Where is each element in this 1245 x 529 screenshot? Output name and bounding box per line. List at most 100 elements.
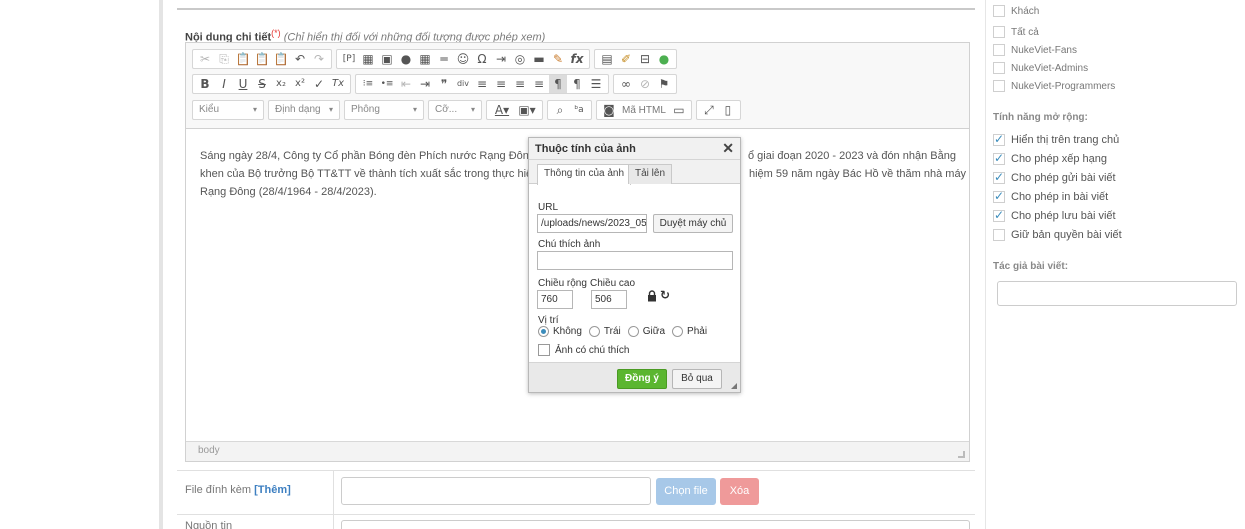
style-select[interactable]: Kiểu ▾ xyxy=(192,100,264,120)
feature-allow-send[interactable]: Cho phép gửi bài viết xyxy=(993,170,1116,184)
superscript-icon[interactable]: x² xyxy=(291,75,309,93)
youtube-icon[interactable]: ◎ xyxy=(511,50,529,68)
justify-icon[interactable]: ≡ xyxy=(530,75,548,93)
checkbox-checked[interactable] xyxy=(993,189,1005,203)
tab-image-info[interactable]: Thông tin của ảnh xyxy=(537,164,632,185)
align-option-center[interactable]: Giữa xyxy=(627,326,665,337)
radio[interactable] xyxy=(672,326,684,337)
special-char-icon[interactable]: Ω xyxy=(473,50,491,68)
rtl-icon[interactable]: ¶ xyxy=(568,75,586,93)
smiley-icon[interactable]: ☺ xyxy=(454,50,472,68)
maximize-icon[interactable]: ⤢ xyxy=(700,101,718,119)
align-left-icon[interactable]: ≡ xyxy=(473,75,491,93)
indent-icon[interactable]: ⇥ xyxy=(416,75,434,93)
paste-word-icon[interactable]: 📋 xyxy=(272,50,290,68)
align-center-icon[interactable]: ≡ xyxy=(492,75,510,93)
undo-icon[interactable]: ↶ xyxy=(291,50,309,68)
bold-icon[interactable]: B xyxy=(196,75,214,93)
source-input[interactable] xyxy=(341,520,970,529)
align-option-none[interactable]: Không xyxy=(538,326,582,337)
checkbox-checked[interactable] xyxy=(993,208,1005,222)
template-icon[interactable]: [P] xyxy=(340,50,358,68)
bg-color-icon[interactable]: ▣▾ xyxy=(515,101,539,119)
italic-icon[interactable]: I xyxy=(215,75,233,93)
underline-icon[interactable]: U xyxy=(234,75,252,93)
feature-allow-rating[interactable]: Cho phép xếp hạng xyxy=(993,151,1107,165)
choose-file-button[interactable]: Chọn file xyxy=(656,478,716,505)
bullet-list-icon[interactable]: •≡ xyxy=(378,75,396,93)
ok-button[interactable]: Đồng ý xyxy=(617,369,667,389)
delete-file-button[interactable]: Xóa xyxy=(720,478,759,505)
flash-icon[interactable]: ● xyxy=(397,50,415,68)
feature-show-home[interactable]: Hiển thị trên trang chủ xyxy=(993,132,1119,146)
checkbox[interactable] xyxy=(993,44,1005,56)
link-icon[interactable]: ∞ xyxy=(617,75,635,93)
brush-icon[interactable]: ✐ xyxy=(617,50,635,68)
video-icon[interactable]: ▬ xyxy=(530,50,548,68)
url-input[interactable]: /uploads/news/2023_05 xyxy=(537,214,647,233)
remove-format-icon[interactable]: Tx xyxy=(329,75,347,93)
group-checkbox-all[interactable]: Tất cả xyxy=(993,26,1039,38)
form-icon[interactable]: ▦ xyxy=(359,50,377,68)
checkbox-checked[interactable] xyxy=(993,151,1005,165)
height-input[interactable]: 506 xyxy=(591,290,627,309)
element-path[interactable]: body xyxy=(198,445,220,456)
radio[interactable] xyxy=(588,326,600,337)
checkbox[interactable] xyxy=(993,229,1005,241)
show-blocks-icon[interactable]: ▯ xyxy=(719,101,737,119)
source-icon[interactable]: ◙ xyxy=(600,101,618,119)
checkbox[interactable] xyxy=(993,80,1005,92)
blockquote-icon[interactable]: ❞ xyxy=(435,75,453,93)
cancel-button[interactable]: Bỏ qua xyxy=(672,369,722,389)
width-input[interactable]: 760 xyxy=(537,290,573,309)
replace-icon[interactable]: ᵇa xyxy=(570,101,588,119)
feature-allow-print[interactable]: Cho phép in bài viết xyxy=(993,189,1108,203)
dialog-header[interactable]: Thuộc tính của ảnh ✕ xyxy=(529,138,740,160)
preview-icon[interactable]: ▭ xyxy=(670,101,688,119)
lock-ratio-icon[interactable] xyxy=(647,290,657,302)
language-icon[interactable]: ☰ xyxy=(587,75,605,93)
align-option-left[interactable]: Trái xyxy=(588,326,621,337)
reset-size-icon[interactable]: ↻ xyxy=(660,288,670,302)
author-input[interactable] xyxy=(997,281,1237,306)
anchor-icon[interactable]: ⚑ xyxy=(655,75,673,93)
paste-text-icon[interactable]: 📋 xyxy=(253,50,271,68)
find-icon[interactable]: ⌕ xyxy=(551,101,569,119)
resize-handle-icon[interactable] xyxy=(958,451,965,458)
gallery-icon[interactable]: ▤ xyxy=(598,50,616,68)
checkbox[interactable] xyxy=(993,62,1005,74)
size-select[interactable]: Cỡ... ▾ xyxy=(428,100,482,120)
caption-input[interactable] xyxy=(537,251,733,270)
ltr-icon[interactable]: ¶ xyxy=(549,75,567,93)
spellcheck-icon[interactable]: ● xyxy=(655,50,673,68)
align-option-right[interactable]: Phải xyxy=(672,326,707,337)
table-icon[interactable]: ▦ xyxy=(416,50,434,68)
radio-selected[interactable] xyxy=(538,326,549,337)
close-icon[interactable]: ✕ xyxy=(722,140,734,157)
checkbox-checked[interactable] xyxy=(993,170,1005,184)
group-checkbox-fans[interactable]: NukeViet-Fans xyxy=(993,44,1077,56)
add-attachment-link[interactable]: [Thêm] xyxy=(254,484,291,496)
numbered-list-icon[interactable]: ⁝≡ xyxy=(359,75,377,93)
feature-allow-save[interactable]: Cho phép lưu bài viết xyxy=(993,208,1116,222)
group-checkbox-guest[interactable]: Khách xyxy=(993,5,1039,17)
align-right-icon[interactable]: ≡ xyxy=(511,75,529,93)
strike-icon[interactable]: S xyxy=(253,75,271,93)
attachment-input[interactable] xyxy=(341,477,651,505)
horizontal-rule-icon[interactable]: ═ xyxy=(435,50,453,68)
checkbox[interactable] xyxy=(993,26,1005,38)
checkbox[interactable] xyxy=(538,344,550,356)
code-icon[interactable]: ✎ xyxy=(549,50,567,68)
feature-copyright[interactable]: Giữ bản quyền bài viết xyxy=(993,229,1122,241)
copy-format-icon[interactable]: ✓ xyxy=(310,75,328,93)
radio[interactable] xyxy=(627,326,639,337)
tab-upload[interactable]: Tải lên xyxy=(628,164,673,184)
math-icon[interactable]: fx xyxy=(568,50,586,68)
unlink-icon[interactable]: ⊘ xyxy=(636,75,654,93)
group-checkbox-admins[interactable]: NukeViet-Admins xyxy=(993,62,1088,74)
checkbox[interactable] xyxy=(993,5,1005,17)
placeholder-icon[interactable]: ⊟ xyxy=(636,50,654,68)
dialog-resize-icon[interactable] xyxy=(731,383,737,389)
text-color-icon[interactable]: A▾ xyxy=(490,101,514,119)
image-icon[interactable]: ▣ xyxy=(378,50,396,68)
